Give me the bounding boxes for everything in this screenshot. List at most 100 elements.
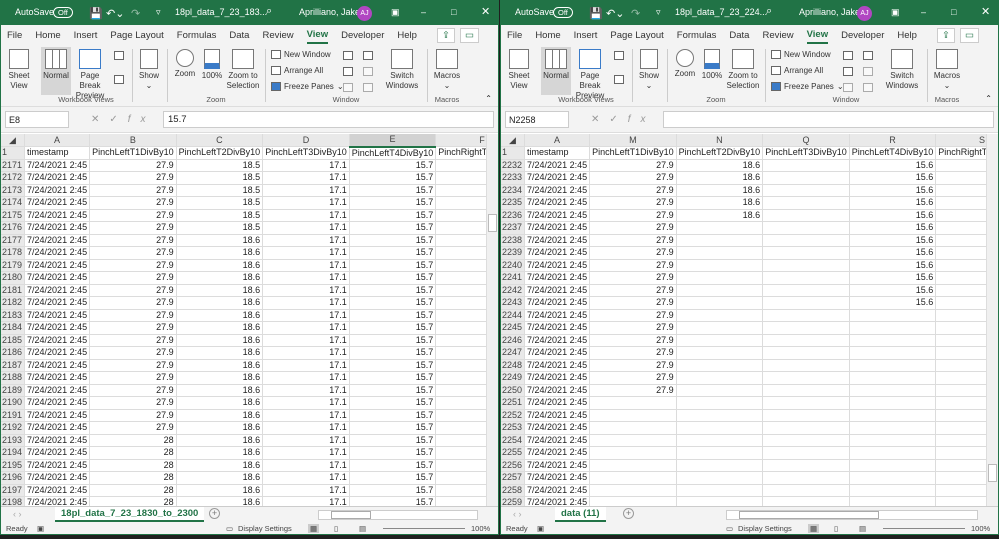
cell[interactable]: 15.7 bbox=[349, 409, 437, 422]
cell[interactable]: 7/24/2021 2:45 bbox=[524, 396, 591, 410]
cell[interactable]: 17.1 bbox=[262, 396, 350, 410]
zoom-slider[interactable] bbox=[883, 528, 965, 529]
cell[interactable]: 18.6 bbox=[176, 271, 264, 285]
cell[interactable]: 15.6 bbox=[849, 271, 937, 285]
cell[interactable] bbox=[589, 446, 677, 460]
tab-review[interactable]: Review bbox=[262, 28, 293, 43]
cell[interactable]: 18.5 bbox=[176, 196, 264, 210]
cell[interactable]: 27.9 bbox=[589, 271, 677, 285]
cell[interactable] bbox=[762, 209, 850, 222]
column-header-A[interactable]: A bbox=[24, 134, 91, 147]
cell[interactable]: 15.7 bbox=[349, 234, 437, 247]
cell[interactable] bbox=[676, 371, 764, 385]
page-layout-icon[interactable]: ▯ bbox=[334, 524, 338, 533]
page-break-icon[interactable]: ▤ bbox=[359, 524, 366, 533]
ribbon-display-icon[interactable]: ▣ bbox=[891, 7, 900, 18]
cell[interactable] bbox=[762, 346, 850, 360]
macros-button[interactable]: Macros ⌄ bbox=[431, 49, 463, 91]
cell[interactable] bbox=[676, 234, 764, 247]
cell[interactable]: 7/24/2021 2:45 bbox=[24, 184, 91, 197]
collapse-ribbon-icon[interactable]: ⌃ bbox=[985, 94, 992, 103]
cell[interactable]: 15.7 bbox=[349, 196, 437, 210]
row-header[interactable]: 2175 bbox=[1, 209, 26, 222]
row-header[interactable]: 2191 bbox=[1, 409, 26, 422]
cell[interactable]: 16 bbox=[935, 209, 986, 222]
cell[interactable]: 18.6 bbox=[176, 284, 264, 297]
normal-view-button[interactable]: Normal bbox=[41, 47, 71, 95]
share-icon[interactable]: ⇪ bbox=[937, 27, 955, 43]
cell[interactable]: 15.7 bbox=[349, 246, 437, 260]
cell[interactable]: 27.9 bbox=[589, 246, 677, 260]
zoom-button[interactable]: Zoom bbox=[673, 49, 697, 79]
cell[interactable]: 1 bbox=[435, 221, 486, 235]
cell[interactable] bbox=[762, 296, 850, 310]
row-header[interactable]: 2238 bbox=[501, 234, 526, 247]
cell[interactable] bbox=[762, 184, 850, 197]
row-header[interactable]: 2187 bbox=[1, 359, 26, 372]
cell[interactable]: 27.9 bbox=[89, 421, 177, 435]
scroll-thumb[interactable] bbox=[331, 511, 371, 519]
header-cell[interactable]: PinchLeftT1DivBy10 bbox=[589, 146, 677, 160]
cell[interactable]: 16 bbox=[935, 259, 986, 272]
cell[interactable] bbox=[849, 396, 937, 410]
tab-help[interactable]: Help bbox=[397, 28, 417, 43]
sheet-nav-icon[interactable]: ‹ › bbox=[513, 509, 522, 519]
header-cell[interactable]: PinchLeftT3DivBy10 bbox=[262, 146, 350, 160]
cell[interactable] bbox=[676, 484, 764, 497]
cell[interactable]: 15.6 bbox=[849, 159, 937, 172]
cell[interactable] bbox=[589, 484, 677, 497]
cell[interactable]: 1 bbox=[435, 321, 486, 335]
customize-toolbar-icon[interactable]: ▿ bbox=[156, 7, 161, 18]
cell[interactable]: 17.1 bbox=[262, 221, 350, 235]
cell[interactable]: 18.6 bbox=[676, 196, 764, 210]
cell[interactable]: 15.6 bbox=[849, 259, 937, 272]
cell[interactable] bbox=[849, 371, 937, 385]
row-header[interactable]: 2185 bbox=[1, 334, 26, 347]
cell[interactable]: 18.6 bbox=[676, 159, 764, 172]
cell[interactable]: 28 bbox=[89, 446, 177, 460]
cell[interactable]: 7/24/2021 2:45 bbox=[524, 159, 591, 172]
cell[interactable]: 17.1 bbox=[262, 346, 350, 360]
cell[interactable]: 15.7 bbox=[349, 434, 437, 447]
row-header[interactable]: 2235 bbox=[501, 196, 526, 210]
cell[interactable]: 17.1 bbox=[262, 484, 350, 497]
maximize-button[interactable]: □ bbox=[451, 7, 456, 17]
cell[interactable] bbox=[589, 409, 677, 422]
cell[interactable]: 7/24/2021 2:45 bbox=[24, 271, 91, 285]
tab-developer[interactable]: Developer bbox=[841, 28, 884, 43]
row-header[interactable]: 2184 bbox=[1, 321, 26, 335]
cell[interactable]: 18.6 bbox=[676, 209, 764, 222]
scroll-thumb[interactable] bbox=[988, 464, 997, 482]
tab-help[interactable]: Help bbox=[897, 28, 917, 43]
row-header[interactable]: 2248 bbox=[501, 359, 526, 372]
row-header[interactable]: 2243 bbox=[501, 296, 526, 310]
row-header[interactable]: 2173 bbox=[1, 184, 26, 197]
row-header[interactable]: 2186 bbox=[1, 346, 26, 360]
cell[interactable]: 15.7 bbox=[349, 309, 437, 322]
cell[interactable] bbox=[589, 471, 677, 485]
row-header[interactable]: 2179 bbox=[1, 259, 26, 272]
cell[interactable] bbox=[849, 359, 937, 372]
cell[interactable] bbox=[762, 359, 850, 372]
cell[interactable]: 15.7 bbox=[349, 259, 437, 272]
select-all-corner[interactable]: ◢ bbox=[1, 134, 26, 147]
cell[interactable]: 1 bbox=[435, 396, 486, 410]
cell[interactable]: 16 bbox=[935, 359, 986, 372]
cell[interactable]: 16 bbox=[935, 171, 986, 185]
cell[interactable]: 7/24/2021 2:45 bbox=[524, 471, 591, 485]
cell[interactable] bbox=[676, 284, 764, 297]
cell[interactable]: 28 bbox=[89, 471, 177, 485]
cell[interactable]: 18.6 bbox=[176, 246, 264, 260]
cell[interactable]: 15.6 bbox=[849, 221, 937, 235]
row-header[interactable]: 2239 bbox=[501, 246, 526, 260]
page-layout-view-icon[interactable] bbox=[114, 51, 124, 60]
cell[interactable]: 17.1 bbox=[262, 459, 350, 472]
cell[interactable] bbox=[762, 246, 850, 260]
cell[interactable]: 15.7 bbox=[349, 359, 437, 372]
cell[interactable] bbox=[935, 484, 986, 497]
row-header[interactable]: 2176 bbox=[1, 221, 26, 235]
cell[interactable]: 27.9 bbox=[589, 346, 677, 360]
cell[interactable]: 1 bbox=[435, 296, 486, 310]
cell[interactable]: 7/24/2021 2:45 bbox=[24, 234, 91, 247]
cell[interactable]: 1 bbox=[435, 259, 486, 272]
